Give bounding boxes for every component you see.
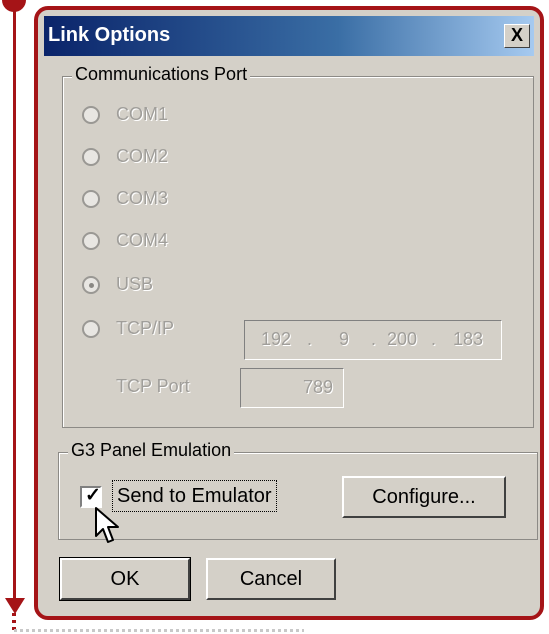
radio-label-usb: USB [116,274,154,294]
ok-button[interactable]: OK [59,557,191,601]
highlight-frame: Link Options X Communications Port COM1 … [34,6,544,620]
radio-label-com2: COM2 [116,146,169,166]
radio-button-selected[interactable] [82,276,100,294]
title-bar[interactable]: Link Options X [44,16,534,56]
ip-address-field[interactable]: 192 . 9 . 200 . 183 [244,320,502,360]
tcp-port-label: TCP Port [116,376,190,396]
callout-dots-horizontal [14,629,304,632]
radio-label-tcpip: TCP/IP [116,318,175,338]
tcp-port-value: 789 [302,377,333,397]
send-to-emulator-checkbox[interactable]: ✓ [80,485,102,508]
communications-port-legend: Communications Port [72,64,251,85]
ip-octet-3: 200 [387,329,418,349]
close-button[interactable]: X [504,24,530,48]
dialog-title: Link Options [48,24,171,46]
send-to-emulator-label-wrap[interactable]: Send to Emulator [112,480,277,512]
ip-dot: . [307,329,313,349]
ip-octet-2: 9 [339,329,350,349]
send-to-emulator-label: Send to Emulator [117,485,272,507]
radio-button[interactable] [82,232,100,250]
tcp-port-field[interactable]: 789 [240,368,344,408]
ip-octet-4: 183 [453,329,484,349]
callout-arrow-head [5,598,25,614]
radio-label-com4: COM4 [116,230,169,250]
radio-label-com1: COM1 [116,104,169,124]
cancel-button[interactable]: Cancel [206,558,336,600]
checkmark-icon: ✓ [85,485,101,506]
ip-dot: . [371,329,377,349]
g3-panel-emulation-legend: G3 Panel Emulation [68,440,235,461]
mouse-cursor-icon [95,507,119,543]
radio-button[interactable] [82,148,100,166]
radio-label-com3: COM3 [116,188,169,208]
ip-octet-1: 192 [261,329,292,349]
radio-button[interactable] [82,106,100,124]
radio-button[interactable] [82,190,100,208]
link-options-dialog: Link Options X Communications Port COM1 … [44,16,538,610]
close-icon: X [510,25,523,45]
radio-button[interactable] [82,320,100,338]
ip-dot: . [431,329,437,349]
callout-arrow-line [13,6,16,602]
configure-button[interactable]: Configure... [342,476,506,518]
